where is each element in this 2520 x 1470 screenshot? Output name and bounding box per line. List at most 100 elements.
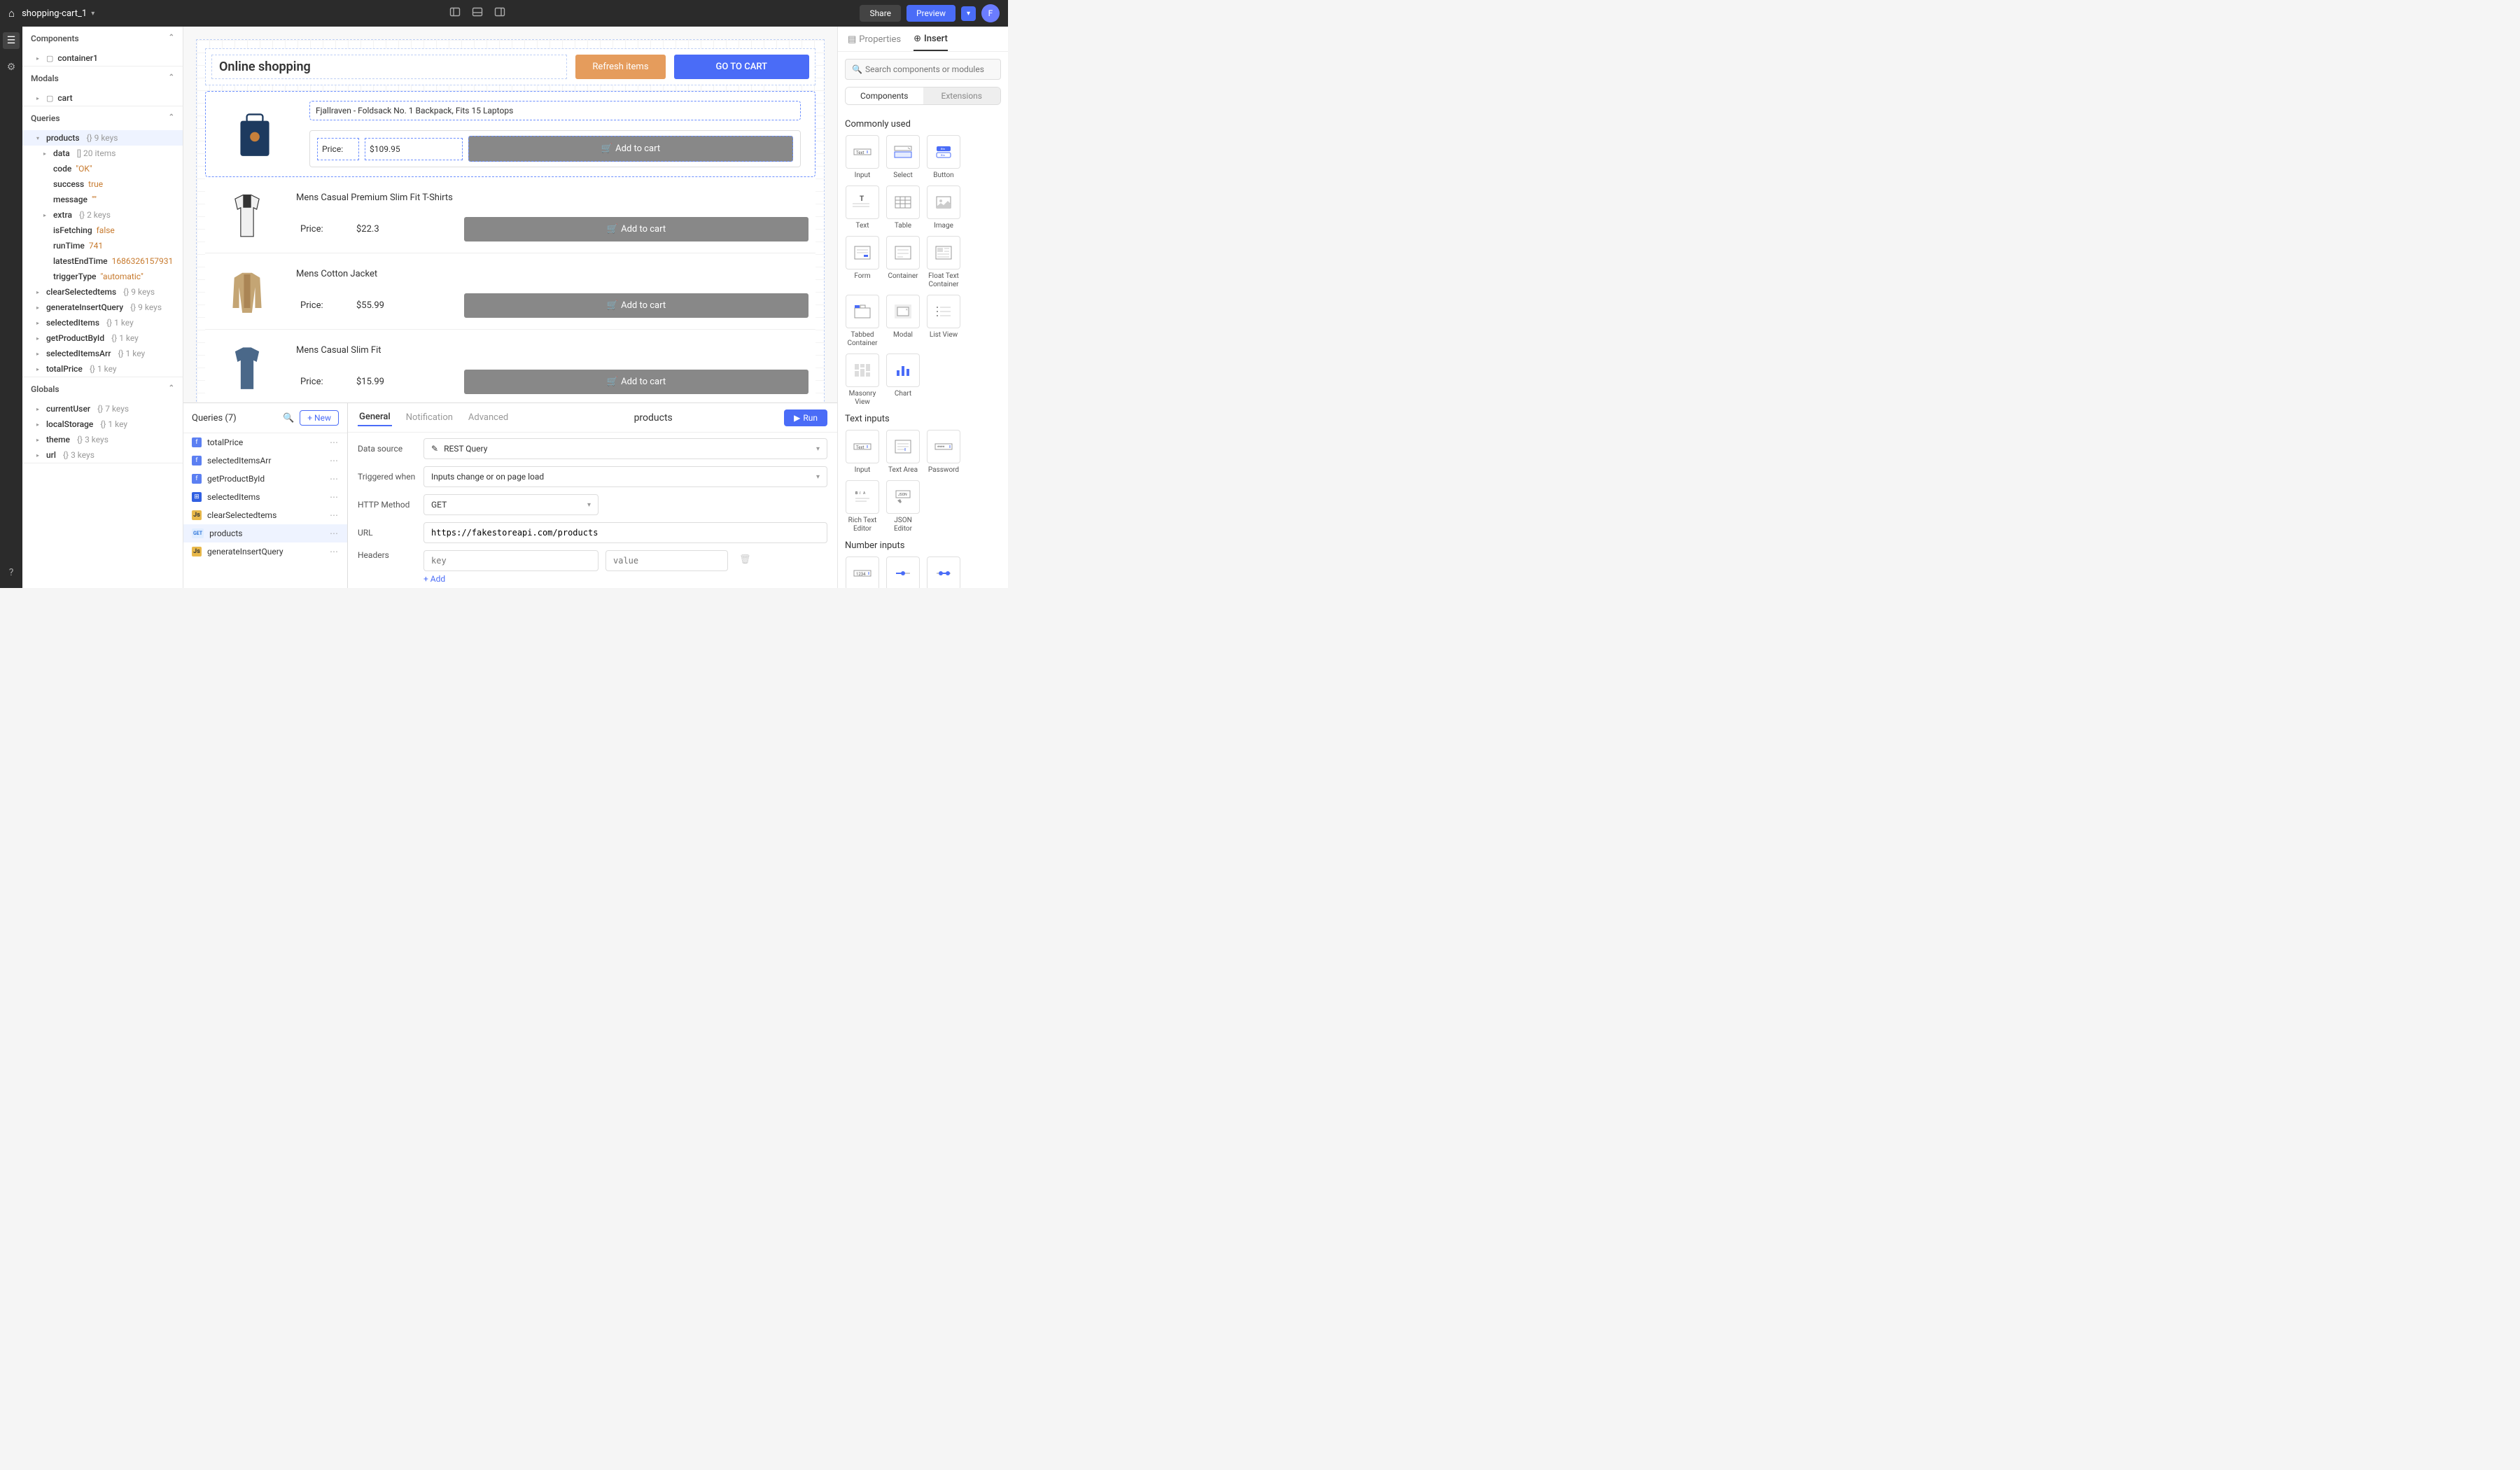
tree-item-theme[interactable]: ▸theme{} 3 keys — [22, 432, 183, 447]
triggered-select[interactable]: Inputs change or on page load▾ — [424, 466, 827, 487]
tile-tabbed[interactable]: Tabbed Container — [845, 295, 880, 348]
layout-right-icon[interactable] — [494, 6, 505, 20]
add-to-cart-button[interactable]: 🛒Add to cart — [464, 217, 808, 241]
tree-item-cart[interactable]: ▸▢cart — [22, 90, 183, 106]
tile-input[interactable]: TextInput — [845, 135, 880, 180]
more-icon[interactable]: ⋯ — [330, 438, 339, 447]
url-input[interactable] — [424, 522, 827, 543]
tile-image[interactable]: Image — [926, 186, 961, 230]
tree-item-latestEndTime[interactable]: latestEndTime 1686326157931 — [22, 253, 183, 269]
query-name[interactable]: products — [522, 412, 784, 424]
canvas-frame[interactable]: Online shopping Refresh items GO TO CART… — [196, 39, 825, 402]
tree-item-selectedItemsArr[interactable]: ▸selectedItemsArr{} 1 key — [22, 346, 183, 361]
tree-item-success[interactable]: success true — [22, 176, 183, 192]
globals-section[interactable]: Globals⌃ — [22, 377, 183, 401]
preview-button[interactable]: Preview — [906, 5, 955, 22]
more-icon[interactable]: ⋯ — [330, 456, 339, 465]
add-header-button[interactable]: + Add — [424, 574, 827, 584]
tile-masonry[interactable]: Masonry View — [845, 354, 880, 407]
tree-item-totalPrice[interactable]: ▸totalPrice{} 1 key — [22, 361, 183, 377]
query-item-products[interactable]: GETproducts⋯ — [183, 524, 347, 542]
tile-floattext[interactable]: Float Text Container — [926, 236, 961, 289]
avatar[interactable]: F — [981, 4, 1000, 22]
tile-rangeslider[interactable]: Range Slider — [926, 556, 961, 588]
queries-section[interactable]: Queries⌃ — [22, 106, 183, 130]
more-icon[interactable]: ⋯ — [330, 492, 339, 502]
tab-properties[interactable]: ▤Properties — [848, 34, 901, 51]
help-rail-icon[interactable]: ? — [3, 564, 20, 581]
tree-item-triggerType[interactable]: triggerType "automatic" — [22, 269, 183, 284]
subtab-components[interactable]: Components — [846, 88, 923, 104]
tab-advanced[interactable]: Advanced — [467, 410, 510, 426]
refresh-items-button[interactable]: Refresh items — [575, 55, 665, 79]
tree-item-data[interactable]: ▸data[] 20 items — [22, 146, 183, 161]
product-row[interactable]: Fjallraven - Foldsack No. 1 Backpack, Fi… — [205, 91, 816, 177]
delete-icon[interactable]: 🗑 — [735, 550, 755, 571]
home-icon[interactable]: ⌂ — [8, 7, 15, 20]
tile-password[interactable]: ****Password — [926, 430, 961, 475]
query-item-getProductById[interactable]: fgetProductById⋯ — [183, 470, 347, 488]
query-item-selectedItems[interactable]: ⊞selectedItems⋯ — [183, 488, 347, 506]
tile-chart[interactable]: Chart — [886, 354, 920, 407]
query-item-selectedItemsArr[interactable]: fselectedItemsArr⋯ — [183, 451, 347, 470]
new-query-button[interactable]: + New — [300, 410, 339, 426]
query-item-generateInsertQuery[interactable]: JsgenerateInsertQuery⋯ — [183, 542, 347, 561]
tree-item-runTime[interactable]: runTime 741 — [22, 238, 183, 253]
method-select[interactable]: GET▾ — [424, 494, 598, 515]
canvas-title[interactable]: Online shopping — [211, 55, 567, 79]
settings-rail-icon[interactable]: ⚙ — [3, 59, 20, 76]
share-button[interactable]: Share — [860, 5, 901, 22]
tile-table[interactable]: Table — [886, 186, 920, 230]
product-row[interactable]: Mens Casual Slim Fit Price: $15.99 🛒Add … — [205, 330, 816, 402]
components-section[interactable]: Components⌃ — [22, 27, 183, 50]
run-button[interactable]: ▶Run — [784, 410, 827, 426]
tree-item-products[interactable]: ▾products{} 9 keys — [22, 130, 183, 146]
tile-slider[interactable]: Slider — [886, 556, 920, 588]
tree-item-container1[interactable]: ▸▢container1 — [22, 50, 183, 66]
tile-rte[interactable]: BIARich Text Editor — [845, 480, 880, 533]
tab-general[interactable]: General — [358, 409, 392, 426]
tree-item-code[interactable]: code "OK" — [22, 161, 183, 176]
modals-section[interactable]: Modals⌃ — [22, 66, 183, 90]
subtab-extensions[interactable]: Extensions — [923, 88, 1001, 104]
more-icon[interactable]: ⋯ — [330, 510, 339, 520]
component-search-input[interactable] — [845, 59, 1001, 80]
tile-textarea[interactable]: Text Area — [886, 430, 920, 475]
tile-listview[interactable]: List View — [926, 295, 961, 348]
add-to-cart-button[interactable]: 🛒Add to cart — [464, 293, 808, 318]
data-source-select[interactable]: ✎REST Query▾ — [424, 438, 827, 459]
tree-rail-icon[interactable]: ☰ — [3, 32, 20, 49]
tile-modal[interactable]: ×Modal — [886, 295, 920, 348]
tile-button[interactable]: BtnBtnButton — [926, 135, 961, 180]
project-dropdown[interactable]: shopping-cart_1 ▾ — [22, 8, 94, 19]
tile-numinput[interactable]: 1234Number Input — [845, 556, 880, 588]
tree-item-clearSelectedtems[interactable]: ▸clearSelectedtems{} 9 keys — [22, 284, 183, 300]
product-row[interactable]: Mens Casual Premium Slim Fit T-Shirts Pr… — [205, 177, 816, 253]
tab-insert[interactable]: ⊕Insert — [913, 34, 948, 51]
product-row[interactable]: Mens Cotton Jacket Price: $55.99 🛒Add to… — [205, 253, 816, 330]
go-to-cart-button[interactable]: GO TO CART — [674, 55, 809, 79]
layout-bottom-icon[interactable] — [472, 6, 483, 20]
tile-container[interactable]: Container — [886, 236, 920, 289]
tile-input2[interactable]: TextInput — [845, 430, 880, 475]
tile-text[interactable]: TText — [845, 186, 880, 230]
tile-select[interactable]: Select — [886, 135, 920, 180]
tree-item-url[interactable]: ▸url{} 3 keys — [22, 447, 183, 463]
more-icon[interactable]: ⋯ — [330, 547, 339, 556]
tree-item-extra[interactable]: ▸extra{} 2 keys — [22, 207, 183, 223]
layout-left-icon[interactable] — [449, 6, 461, 20]
tree-item-isFetching[interactable]: isFetching false — [22, 223, 183, 238]
tree-item-currentUser[interactable]: ▸currentUser{} 7 keys — [22, 401, 183, 416]
query-item-clearSelectedtems[interactable]: JsclearSelectedtems⋯ — [183, 506, 347, 524]
query-item-totalPrice[interactable]: ftotalPrice⋯ — [183, 433, 347, 451]
tab-notification[interactable]: Notification — [405, 410, 454, 426]
preview-dropdown[interactable]: ▾ — [961, 6, 976, 21]
more-icon[interactable]: ⋯ — [330, 474, 339, 484]
queries-search-icon[interactable]: 🔍 — [283, 413, 294, 424]
header-key-input[interactable] — [424, 550, 598, 571]
header-value-input[interactable] — [606, 550, 728, 571]
tile-json[interactable]: JSONJSON Editor — [886, 480, 920, 533]
tree-item-selectedItems[interactable]: ▸selectedItems{} 1 key — [22, 315, 183, 330]
tree-item-message[interactable]: message "" — [22, 192, 183, 207]
add-to-cart-button[interactable]: 🛒Add to cart — [464, 370, 808, 394]
